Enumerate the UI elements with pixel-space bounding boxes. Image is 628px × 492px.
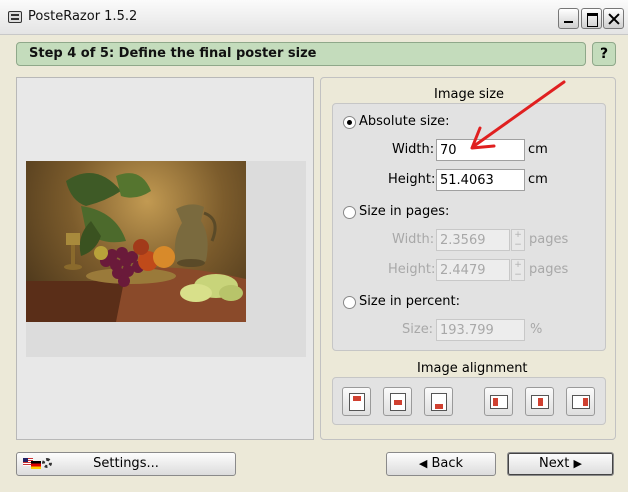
window-title: PosteRazor 1.5.2 (28, 9, 138, 24)
pages-height-spinner[interactable]: + − (511, 259, 525, 281)
image-alignment-title: Image alignment (417, 361, 528, 376)
next-button-label: Next (539, 456, 570, 471)
absolute-size-radio[interactable] (343, 116, 356, 129)
arrow-left-icon: ◀ (418, 457, 428, 470)
page-icon (490, 395, 508, 409)
align-vertical-center-button[interactable] (383, 387, 412, 416)
align-horizontal-center-button[interactable] (525, 387, 554, 416)
next-button[interactable]: Next ▶ (507, 452, 614, 476)
percent-size-label: Size: (402, 322, 434, 337)
still-life-painting (26, 173, 246, 322)
page-icon (349, 393, 365, 411)
annotation-arrow (470, 80, 566, 150)
absolute-size-label: Absolute size: (359, 114, 450, 129)
step-title: Step 4 of 5: Define the final poster siz… (29, 46, 317, 61)
minimize-button[interactable] (558, 8, 579, 29)
back-button[interactable]: ◀ Back (386, 452, 496, 476)
pages-height-unit: pages (529, 262, 569, 277)
settings-button-label: Settings... (93, 456, 159, 471)
size-in-pages-label: Size in pages: (359, 204, 450, 219)
maximize-button[interactable] (581, 8, 602, 29)
pages-width-label: Width: (392, 232, 435, 247)
pages-width-unit: pages (529, 232, 569, 247)
arrow-right-icon: ▶ (573, 457, 582, 470)
size-in-percent-label: Size in percent: (359, 294, 460, 309)
pages-width-spinner[interactable]: + − (511, 229, 525, 251)
align-bottom-button[interactable] (424, 387, 453, 416)
size-in-pages-radio[interactable] (343, 206, 356, 219)
language-flags-icon (23, 458, 53, 470)
settings-button[interactable]: Settings... (16, 452, 236, 476)
pages-height-label: Height: (388, 262, 436, 277)
percent-size-input[interactable]: 193.799 (436, 319, 525, 341)
help-button[interactable]: ? (592, 42, 616, 66)
pages-height-input[interactable]: 2.4479 (436, 259, 510, 281)
step-header: Step 4 of 5: Define the final poster siz… (16, 42, 586, 66)
absolute-width-label: Width: (392, 142, 435, 157)
page-icon (572, 395, 590, 409)
absolute-height-label: Height: (388, 172, 436, 187)
app-icon (8, 11, 22, 23)
absolute-height-input[interactable]: 51.4063 (436, 169, 525, 191)
close-button[interactable] (603, 8, 624, 29)
align-left-button[interactable] (484, 387, 513, 416)
source-image (26, 161, 246, 322)
page-icon (390, 393, 406, 411)
back-button-label: Back (431, 456, 464, 471)
size-in-percent-radio[interactable] (343, 296, 356, 309)
align-right-button[interactable] (566, 387, 595, 416)
pages-width-input[interactable]: 2.3569 (436, 229, 510, 251)
page-icon (431, 393, 447, 411)
image-alignment-group (332, 377, 606, 425)
percent-size-unit: % (530, 322, 543, 337)
page-icon (531, 395, 549, 409)
absolute-height-unit: cm (528, 172, 548, 187)
align-top-button[interactable] (342, 387, 371, 416)
title-bar: PosteRazor 1.5.2 (0, 0, 628, 35)
